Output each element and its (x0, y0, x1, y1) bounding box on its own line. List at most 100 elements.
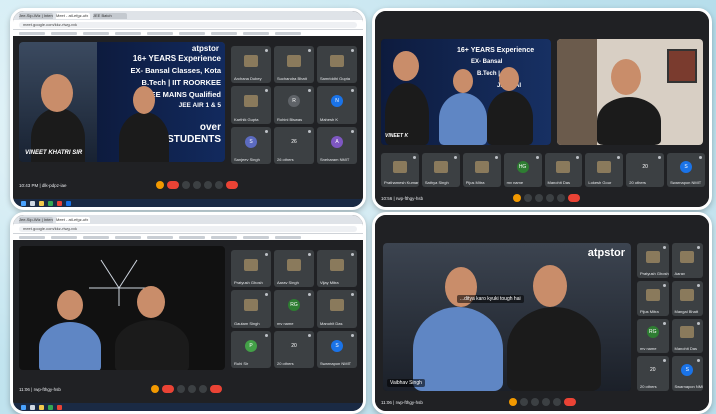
participant-tile[interactable]: Lokesh Gour (585, 153, 624, 187)
participant-tile[interactable]: P Ruhi Sir (231, 330, 271, 368)
bookmark[interactable] (275, 32, 301, 35)
mic-button[interactable] (156, 181, 165, 189)
participant-name: Karthik Gupta (234, 116, 259, 122)
participant-tile[interactable]: Vijay Mitra (317, 250, 357, 288)
participant-tile[interactable]: 26 26 others (274, 126, 314, 164)
start-icon[interactable] (21, 404, 26, 410)
browser-tab[interactable]: Meet - atl-efgz-ufx (56, 216, 90, 223)
app-icon[interactable] (66, 200, 71, 206)
participant-tile[interactable]: Aarav (671, 243, 703, 278)
participant-tile[interactable]: 20 20 others (274, 330, 314, 368)
participant-tile[interactable]: Gautam Singh (231, 290, 271, 328)
end-call-button[interactable] (226, 181, 239, 189)
participant-tile[interactable]: Aarav Singh (274, 250, 314, 288)
participant-tile[interactable]: S Swarnapon NMIT (317, 330, 357, 368)
participant-tile[interactable]: Karthik Gupta (231, 86, 271, 124)
participant-tile[interactable]: Manohit Das (317, 290, 357, 328)
raise-hand-button[interactable] (187, 385, 196, 393)
present-button[interactable] (204, 181, 213, 189)
end-call-button[interactable] (568, 194, 581, 202)
participant-tile[interactable]: 20 20 others (626, 153, 665, 187)
bookmark[interactable] (275, 236, 301, 239)
browser-icon[interactable] (48, 200, 53, 206)
folder-icon[interactable] (39, 404, 44, 410)
participant-tile[interactable]: Suchandra Bhatt (274, 46, 314, 84)
raise-hand-button[interactable] (546, 194, 555, 202)
pinned-participant[interactable] (557, 39, 703, 145)
participant-tile[interactable]: S Swarnapon NMIT (671, 356, 703, 391)
present-button[interactable] (198, 385, 207, 393)
camera-button[interactable] (167, 181, 180, 189)
address-bar[interactable]: meet.google.com/kkz-rtwg-vxk (19, 225, 357, 232)
bookmark[interactable] (115, 236, 141, 239)
participant-tile[interactable]: HG mv name (503, 153, 542, 187)
bookmark[interactable] (83, 236, 109, 239)
participant-photo (680, 326, 695, 339)
participant-tile[interactable]: A Sneharam NMIT (317, 126, 357, 164)
captions-button[interactable] (535, 194, 544, 202)
browser-tab[interactable]: Jee-Sip-Wiz | Intensive (19, 12, 53, 19)
browser-tab[interactable]: JEE Batch (93, 12, 127, 19)
folder-icon[interactable] (39, 200, 44, 206)
bookmark[interactable] (19, 32, 45, 35)
start-icon[interactable] (21, 200, 26, 206)
bookmark[interactable] (147, 236, 173, 239)
participant-tile[interactable]: Pratyush Ghosh (231, 250, 271, 288)
participant-tile[interactable]: Archana Dubey (231, 46, 271, 84)
participant-tile[interactable]: N Mahesh K (317, 86, 357, 124)
browser-icon[interactable] (48, 404, 53, 410)
bookmark[interactable] (83, 32, 109, 35)
bookmark[interactable] (211, 236, 237, 239)
captions-button[interactable] (176, 385, 185, 393)
participant-tile[interactable]: Pijus Mitra (637, 280, 669, 316)
participant-tile[interactable]: Manohit Das (544, 153, 583, 187)
participant-tile[interactable]: Samriddhi Gupta (317, 46, 357, 84)
camera-button[interactable] (161, 385, 174, 393)
participant-tile[interactable]: Pijus Mitra (462, 153, 501, 187)
captions-button[interactable] (182, 181, 191, 189)
more-options-button[interactable] (215, 181, 224, 189)
search-icon[interactable] (30, 404, 35, 410)
captions-button[interactable] (530, 398, 539, 406)
participant-tile[interactable]: RG mv name (637, 318, 669, 354)
search-icon[interactable] (30, 200, 35, 206)
participant-name: Sathya Singh (424, 180, 449, 185)
browser-tab[interactable]: Meet - atl-efgz-ufx (56, 12, 90, 19)
participant-tile[interactable]: Prathamesh Kumar (381, 153, 419, 187)
meet-area: atpstor ...ditya karo kyuki tough hai Va… (375, 215, 709, 411)
present-button[interactable] (552, 398, 561, 406)
mic-button[interactable] (150, 385, 159, 393)
raise-hand-button[interactable] (541, 398, 550, 406)
bookmark[interactable] (115, 32, 141, 35)
camera-button[interactable] (519, 398, 528, 406)
bookmark[interactable] (19, 236, 45, 239)
participant-tile[interactable]: 20 20 others (637, 356, 669, 391)
address-bar[interactable]: meet.google.com/kkz-rtwg-vxk (19, 21, 357, 28)
bookmark[interactable] (243, 236, 269, 239)
participant-tile[interactable]: S Swarnapon NMIT (667, 153, 705, 187)
participant-tile[interactable]: Manohit Das (671, 318, 703, 354)
bookmark[interactable] (211, 32, 237, 35)
participant-tile[interactable]: S Sanjeev Singh (231, 126, 271, 164)
mic-button[interactable] (513, 194, 522, 202)
end-call-button[interactable] (563, 398, 576, 406)
app-icon[interactable] (57, 404, 62, 410)
participant-tile[interactable]: Mangal Bhatt (671, 280, 703, 316)
app-icon[interactable] (57, 200, 62, 206)
bookmark[interactable] (179, 32, 205, 35)
participant-tile[interactable]: Pratyush Ghosh (637, 243, 669, 278)
bookmark[interactable] (179, 236, 205, 239)
camera-button[interactable] (524, 194, 533, 202)
bookmark[interactable] (147, 32, 173, 35)
raise-hand-button[interactable] (193, 181, 202, 189)
bookmark[interactable] (51, 236, 77, 239)
participant-tile[interactable]: RG mv name (274, 290, 314, 328)
bookmark[interactable] (243, 32, 269, 35)
browser-tab[interactable]: Jee-Sip-Wiz | Intensive (19, 216, 53, 223)
bookmark[interactable] (51, 32, 77, 35)
participant-tile[interactable]: R Rohini Biswas (274, 86, 314, 124)
mic-button[interactable] (508, 398, 517, 406)
participant-tile[interactable]: Sathya Singh (421, 153, 460, 187)
end-call-button[interactable] (209, 385, 222, 393)
present-button[interactable] (557, 194, 566, 202)
